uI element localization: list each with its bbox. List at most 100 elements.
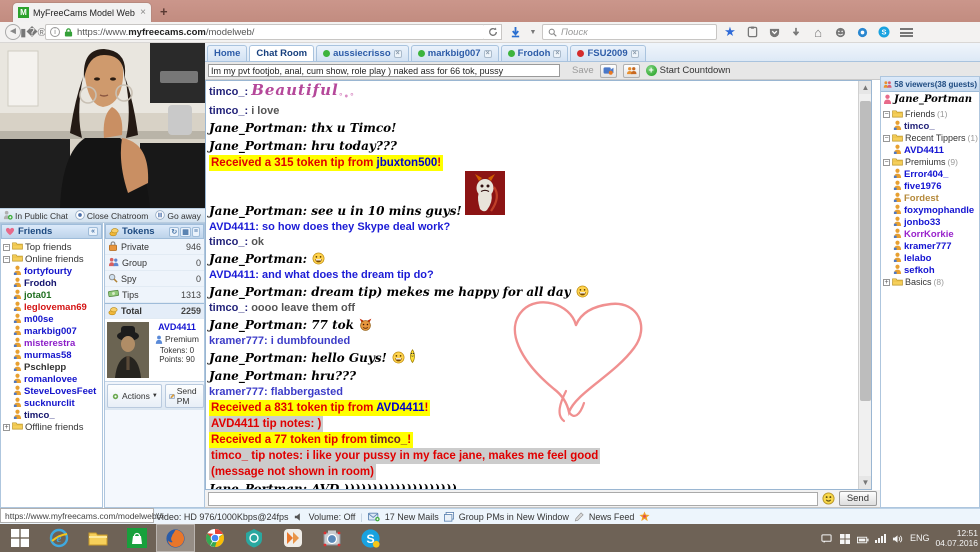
folder-offline-friends[interactable]: +Offline friends — [3, 421, 102, 433]
list-icon[interactable]: ≡ — [192, 227, 200, 237]
viewer-item[interactable]: sefkoh — [893, 264, 979, 276]
webcam-settings-button[interactable] — [600, 64, 617, 78]
friend-item[interactable]: markbig007 — [13, 325, 102, 337]
expand-toggle-icon[interactable]: − — [883, 135, 890, 142]
bookmarks-menu-icon[interactable] — [743, 24, 761, 40]
viewer-item[interactable]: Error404_ — [893, 168, 979, 180]
collapse-panel-icon[interactable]: « — [88, 227, 98, 236]
news-feed-icon[interactable] — [574, 512, 584, 522]
scroll-down-icon[interactable]: ▼ — [859, 476, 872, 489]
chat-username[interactable]: Jane_Portman: — [209, 351, 311, 365]
viewer-item[interactable]: jonbo33 — [893, 216, 979, 228]
windows-tray-icon[interactable] — [839, 532, 851, 544]
viewer-group-basics[interactable]: +Basics (8) — [883, 276, 979, 288]
taskbar-camera-app-icon[interactable] — [312, 524, 351, 552]
chat-username[interactable]: timco_: — [209, 86, 251, 98]
chat-tab-fsu2009[interactable]: FSU2009× — [570, 45, 645, 61]
skype-addon-icon[interactable]: S — [875, 24, 893, 40]
browser-tab[interactable]: M MyFreeCams Model Web ... × — [12, 2, 152, 22]
news-feed-link[interactable]: News Feed — [589, 512, 635, 522]
taskbar-media-player-icon[interactable] — [273, 524, 312, 552]
expand-toggle-icon[interactable]: − — [883, 111, 890, 118]
settings-addon-icon[interactable] — [853, 24, 871, 40]
taskbar-internet-explorer-icon[interactable]: e — [39, 524, 78, 552]
friend-item[interactable]: Frodoh — [13, 277, 102, 289]
viewer-item[interactable]: timco_ — [893, 120, 979, 132]
chat-username[interactable]: Jane_Portman: — [209, 318, 311, 332]
chat-tab-frodoh[interactable]: Frodoh× — [501, 45, 569, 61]
language-indicator[interactable]: ENG — [910, 533, 930, 543]
chat-message-input[interactable] — [208, 492, 818, 506]
bookmark-star-icon[interactable]: ★ — [721, 24, 739, 40]
folder-top-friends[interactable]: −Top friends — [3, 241, 102, 253]
action-center-icon[interactable] — [821, 532, 833, 544]
model-row[interactable]: Jane_Portman — [881, 92, 979, 106]
chat-username[interactable]: Jane_Portman: — [209, 369, 311, 383]
downloads-caret-icon[interactable]: ▼ — [528, 24, 538, 40]
taskbar-firefox-icon[interactable] — [156, 524, 195, 552]
start-countdown-button[interactable]: + Start Countdown — [646, 65, 731, 76]
viewer-group-premiums[interactable]: −Premiums (9) — [883, 156, 979, 168]
friends-panel-header[interactable]: Friends « — [1, 224, 102, 239]
download-arrow-icon[interactable] — [787, 24, 805, 40]
chat-username[interactable]: kramer777: — [209, 386, 271, 398]
taskbar-skype-icon[interactable]: S — [351, 524, 390, 552]
volume-tray-icon[interactable] — [892, 532, 904, 544]
chat-username[interactable]: Jane_Portman: — [209, 482, 311, 490]
scroll-thumb[interactable] — [860, 101, 871, 401]
chat-username[interactable]: Jane_Portman: — [209, 285, 311, 299]
friend-item[interactable]: timco_ — [13, 409, 102, 421]
friend-item[interactable]: murmas58 — [13, 349, 102, 361]
viewer-item[interactable]: AVD4411 — [893, 144, 979, 156]
expand-toggle-icon[interactable]: − — [3, 256, 10, 263]
selected-user-name[interactable]: AVD4411 — [152, 322, 202, 332]
group-show-button[interactable] — [623, 64, 640, 78]
friend-item[interactable]: misterestra — [13, 337, 102, 349]
viewer-item[interactable]: kramer777 — [893, 240, 979, 252]
mail-icon[interactable] — [368, 512, 380, 522]
battery-icon[interactable] — [857, 532, 869, 544]
tab-close-icon[interactable]: × — [140, 7, 146, 18]
pocket-icon[interactable] — [765, 24, 783, 40]
expand-toggle-icon[interactable]: − — [3, 244, 10, 251]
viewer-item[interactable]: KorrKorkie — [893, 228, 979, 240]
friend-item[interactable]: romanlovee — [13, 373, 102, 385]
group-pms-link[interactable]: Group PMs in New Window — [459, 512, 569, 522]
back-button[interactable]: ◄ — [5, 24, 21, 40]
taskbar-windows-store-icon[interactable] — [117, 524, 156, 552]
actions-button[interactable]: Actions▼ — [107, 384, 162, 408]
friend-item[interactable]: jota01 — [13, 289, 102, 301]
window-icon[interactable] — [444, 512, 454, 522]
room-topic-input[interactable] — [208, 64, 560, 77]
calculator-icon[interactable]: ▦ — [180, 227, 191, 237]
emoji-addon-icon[interactable] — [831, 24, 849, 40]
save-topic-button[interactable]: Save — [572, 65, 594, 76]
tab-close-icon[interactable]: × — [631, 50, 639, 58]
speaker-icon[interactable] — [294, 512, 304, 522]
friend-item[interactable]: m00se — [13, 313, 102, 325]
chat-tab-aussiecrisso[interactable]: aussiecrisso× — [316, 45, 409, 61]
viewer-group-recent-tippers[interactable]: −Recent Tippers (1) — [883, 132, 979, 144]
viewer-item[interactable]: lelabo — [893, 252, 979, 264]
search-input[interactable]: Поиск — [542, 24, 717, 40]
clock[interactable]: 12:51 04.07.2016 — [935, 528, 978, 548]
scroll-up-icon[interactable]: ▲ — [859, 81, 872, 94]
folder-online-friends[interactable]: −Online friends — [3, 253, 102, 265]
in-public-chat-button[interactable]: In Public Chat — [3, 210, 68, 222]
close-chatroom-button[interactable]: Close Chatroom — [75, 210, 148, 222]
viewer-item[interactable]: foxymophandle — [893, 204, 979, 216]
network-icon[interactable] — [875, 534, 886, 543]
expand-toggle-icon[interactable]: + — [883, 279, 890, 286]
friend-item[interactable]: Pschlepp — [13, 361, 102, 373]
new-mails-link[interactable]: 17 New Mails — [385, 512, 439, 522]
viewer-group-friends[interactable]: −Friends (1) — [883, 108, 979, 120]
new-tab-button[interactable]: + — [160, 4, 168, 19]
tab-close-icon[interactable]: × — [553, 50, 561, 58]
reload-button[interactable] — [484, 24, 502, 40]
chat-username[interactable]: timco_: — [209, 236, 251, 248]
chat-tab-home[interactable]: Home — [207, 45, 247, 61]
friend-item[interactable]: SteveLovesFeet — [13, 385, 102, 397]
taskbar-chrome-icon[interactable] — [195, 524, 234, 552]
friend-item[interactable]: fortyfourty — [13, 265, 102, 277]
viewer-item[interactable]: five1976 — [893, 180, 979, 192]
